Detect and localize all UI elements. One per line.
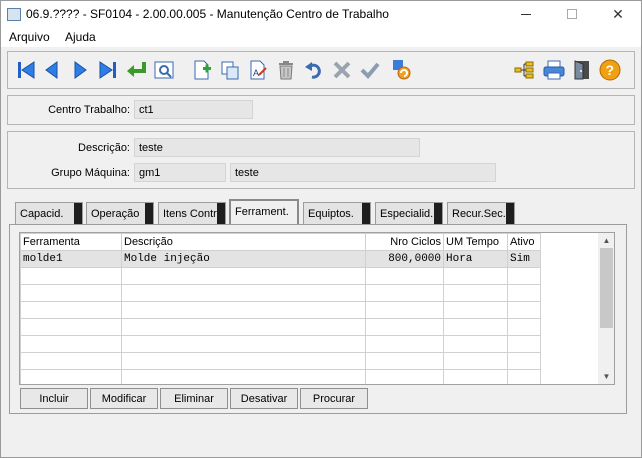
- edit-icon[interactable]: A: [244, 56, 272, 84]
- title-bar: 06.9.???? - SF0104 - 2.00.00.005 - Manut…: [1, 1, 641, 27]
- column-header-descricao[interactable]: Descrição: [121, 233, 366, 251]
- close-icon: ✕: [612, 5, 624, 22]
- grupo-maquina-label: Grupo Máquina:: [51, 167, 130, 179]
- table-row[interactable]: [20, 352, 541, 370]
- maximize-button[interactable]: [549, 1, 595, 27]
- vertical-scrollbar[interactable]: ▲ ▼: [598, 233, 614, 384]
- tab-equiptos[interactable]: Equiptos.: [303, 202, 371, 224]
- menu-bar: Arquivo Ajuda: [1, 27, 641, 47]
- delete-icon[interactable]: [272, 56, 300, 84]
- print-icon[interactable]: [540, 56, 568, 84]
- maximize-icon: [567, 9, 577, 19]
- scroll-down-icon[interactable]: ▼: [598, 369, 614, 384]
- centro-trabalho-label: Centro Trabalho:: [48, 104, 130, 116]
- window-title: 06.9.???? - SF0104 - 2.00.00.005 - Manut…: [26, 7, 389, 21]
- scrollbar-thumb[interactable]: [600, 248, 613, 328]
- app-icon: [7, 8, 21, 21]
- cell-ferramenta[interactable]: molde1: [20, 250, 122, 268]
- table-row[interactable]: molde1 Molde injeção 800,0000 Hora Sim: [20, 250, 541, 268]
- tab-scroll-marker: [145, 203, 153, 224]
- grupo-maquina-code-field[interactable]: gm1: [134, 163, 226, 182]
- tab-ferrament[interactable]: Ferrament.: [229, 199, 299, 225]
- incluir-button[interactable]: Incluir: [20, 388, 88, 409]
- cell-nro-ciclos[interactable]: 800,0000: [365, 250, 444, 268]
- last-record-icon[interactable]: [94, 56, 122, 84]
- column-header-ferramenta[interactable]: Ferramenta: [20, 233, 122, 251]
- cell-um-tempo[interactable]: Hora: [443, 250, 508, 268]
- desativar-button[interactable]: Desativar: [230, 388, 298, 409]
- column-header-um-tempo[interactable]: UM Tempo: [443, 233, 508, 251]
- cell-ativo[interactable]: Sim: [507, 250, 541, 268]
- table-row[interactable]: [20, 369, 541, 384]
- toolbar: A ?: [7, 51, 635, 89]
- tab-label: Recur.Sec.: [452, 208, 506, 220]
- help-icon[interactable]: ?: [596, 56, 624, 84]
- tab-label: Itens Contr: [163, 208, 217, 220]
- go-to-icon[interactable]: [122, 56, 150, 84]
- undo-icon[interactable]: [300, 56, 328, 84]
- eliminar-button[interactable]: Eliminar: [160, 388, 228, 409]
- table-row[interactable]: [20, 301, 541, 319]
- minimize-icon: [521, 13, 531, 15]
- tab-scroll-marker: [434, 203, 442, 224]
- grid-header-row: Ferramenta Descrição Nro Ciclos UM Tempo…: [20, 233, 541, 251]
- descricao-label: Descrição:: [78, 142, 130, 154]
- ferramentas-grid: Ferramenta Descrição Nro Ciclos UM Tempo…: [19, 232, 615, 385]
- tab-label: Operação: [91, 208, 140, 220]
- cell-descricao[interactable]: Molde injeção: [121, 250, 366, 268]
- column-header-ativo[interactable]: Ativo: [507, 233, 541, 251]
- tab-capacid[interactable]: Capacid.: [15, 202, 83, 224]
- procurar-button[interactable]: Procurar: [300, 388, 368, 409]
- tab-label: Especialid.: [380, 208, 434, 220]
- table-row[interactable]: [20, 267, 541, 285]
- table-row[interactable]: [20, 284, 541, 302]
- details-panel: Descrição: teste Grupo Máquina: gm1 test…: [7, 131, 635, 189]
- centro-trabalho-field[interactable]: ct1: [134, 100, 253, 119]
- table-row[interactable]: [20, 335, 541, 353]
- tab-especialid[interactable]: Especialid.: [375, 202, 443, 224]
- tab-label: Ferrament.: [235, 206, 289, 218]
- application-window: 06.9.???? - SF0104 - 2.00.00.005 - Manut…: [0, 0, 642, 458]
- descricao-field[interactable]: teste: [134, 138, 420, 157]
- tab-operacao[interactable]: Operação: [86, 202, 154, 224]
- tab-scroll-marker: [362, 203, 370, 224]
- minimize-button[interactable]: [503, 1, 549, 27]
- hierarchy-icon[interactable]: [510, 56, 538, 84]
- previous-record-icon[interactable]: [38, 56, 66, 84]
- cancel-icon[interactable]: [328, 56, 356, 84]
- svg-text:?: ?: [606, 62, 615, 78]
- tab-itens-contr[interactable]: Itens Contr: [158, 202, 226, 224]
- table-row[interactable]: [20, 318, 541, 336]
- tab-label: Equiptos.: [308, 208, 354, 220]
- header-panel: Centro Trabalho: ct1: [7, 95, 635, 125]
- grupo-maquina-desc-field: teste: [230, 163, 496, 182]
- exit-icon[interactable]: [568, 56, 596, 84]
- column-header-nro-ciclos[interactable]: Nro Ciclos: [365, 233, 444, 251]
- refresh-icon[interactable]: [388, 56, 416, 84]
- scroll-up-icon[interactable]: ▲: [598, 233, 614, 248]
- search-record-icon[interactable]: [150, 56, 178, 84]
- menu-ajuda[interactable]: Ajuda: [65, 30, 96, 44]
- menu-arquivo[interactable]: Arquivo: [9, 30, 50, 44]
- modificar-button[interactable]: Modificar: [90, 388, 158, 409]
- tab-recur-sec[interactable]: Recur.Sec.: [447, 202, 515, 224]
- tab-scroll-marker: [217, 203, 225, 224]
- copy-icon[interactable]: [216, 56, 244, 84]
- grid-table: Ferramenta Descrição Nro Ciclos UM Tempo…: [20, 233, 541, 384]
- next-record-icon[interactable]: [66, 56, 94, 84]
- confirm-icon[interactable]: [356, 56, 384, 84]
- tab-label: Capacid.: [20, 208, 64, 220]
- first-record-icon[interactable]: [12, 56, 40, 84]
- tab-scroll-marker: [506, 203, 514, 224]
- new-icon[interactable]: [188, 56, 216, 84]
- close-button[interactable]: ✕: [595, 1, 641, 27]
- tab-scroll-marker: [74, 203, 82, 224]
- svg-text:A: A: [253, 68, 259, 78]
